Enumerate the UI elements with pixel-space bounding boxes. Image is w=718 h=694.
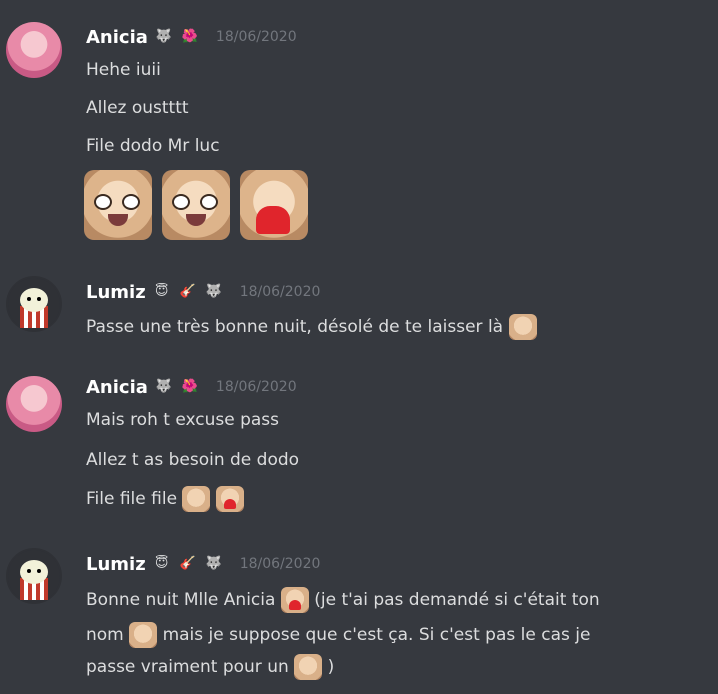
- username[interactable]: Anicia: [86, 27, 148, 48]
- message-text: passe vraiment pour un: [86, 657, 289, 677]
- hibiscus-icon: 🌺: [181, 29, 198, 44]
- timestamp: 18/06/2020: [239, 284, 321, 300]
- cat-cry-emote[interactable]: [508, 314, 537, 340]
- message-line: Bonne nuit Mlle Anicia (je t'ai pas dema…: [86, 587, 600, 613]
- avatar[interactable]: [6, 376, 62, 432]
- cat-heart-emote[interactable]: [215, 486, 244, 512]
- cat-heart-emote[interactable]: [240, 170, 308, 240]
- cat-heart-emote[interactable]: [280, 587, 309, 613]
- message-text: Passe une très bonne nuit, désolé de te …: [86, 317, 504, 337]
- cat-smirk-emote[interactable]: [162, 170, 230, 240]
- message-text: File file file: [86, 489, 178, 509]
- message-line: File file file: [86, 486, 244, 512]
- wolf-icon: 🐺: [205, 556, 222, 571]
- message-line: passe vraiment pour un ): [86, 654, 334, 680]
- hibiscus-icon: 🌺: [181, 379, 198, 394]
- username[interactable]: Anicia: [86, 377, 148, 398]
- message-text: (je t'ai pas demandé si c'était ton: [314, 590, 600, 610]
- guitar-icon: 🎸: [179, 284, 196, 299]
- message-line: Passe une très bonne nuit, désolé de te …: [86, 314, 537, 340]
- message-line: File dodo Mr luc: [86, 136, 220, 156]
- cat-crown-emote[interactable]: [294, 654, 323, 680]
- message-text: Bonne nuit Mlle Anicia: [86, 590, 276, 610]
- timestamp: 18/06/2020: [239, 556, 321, 572]
- wolf-icon: 🐺: [155, 29, 172, 44]
- timestamp: 18/06/2020: [215, 29, 297, 45]
- message-line: Allez oustttt: [86, 98, 189, 118]
- message-line: Allez t as besoin de dodo: [86, 450, 300, 470]
- timestamp: 18/06/2020: [215, 379, 297, 395]
- message-line: Mais roh t excuse pass: [86, 410, 280, 430]
- message-line: Hehe iuii: [86, 60, 161, 80]
- cat-smirk-emote[interactable]: [182, 486, 211, 512]
- wolf-icon: 🐺: [155, 379, 172, 394]
- username[interactable]: Lumiz: [86, 282, 146, 303]
- message-text: ): [327, 657, 335, 677]
- halo-smile-icon: 😇: [154, 284, 169, 299]
- message-line: nom mais je suppose que c'est ça. Si c'e…: [86, 622, 590, 648]
- wolf-icon: 🐺: [205, 284, 222, 299]
- avatar[interactable]: [6, 276, 62, 332]
- message-text: mais je suppose que c'est ça. Si c'est p…: [162, 625, 591, 645]
- cat-smirk-emote[interactable]: [84, 170, 152, 240]
- avatar[interactable]: [6, 548, 62, 604]
- halo-smile-icon: 😇: [154, 556, 169, 571]
- message-text: nom: [86, 625, 124, 645]
- guitar-icon: 🎸: [179, 556, 196, 571]
- avatar[interactable]: [6, 22, 62, 78]
- username[interactable]: Lumiz: [86, 554, 146, 575]
- cat-peek-emote[interactable]: [129, 622, 158, 648]
